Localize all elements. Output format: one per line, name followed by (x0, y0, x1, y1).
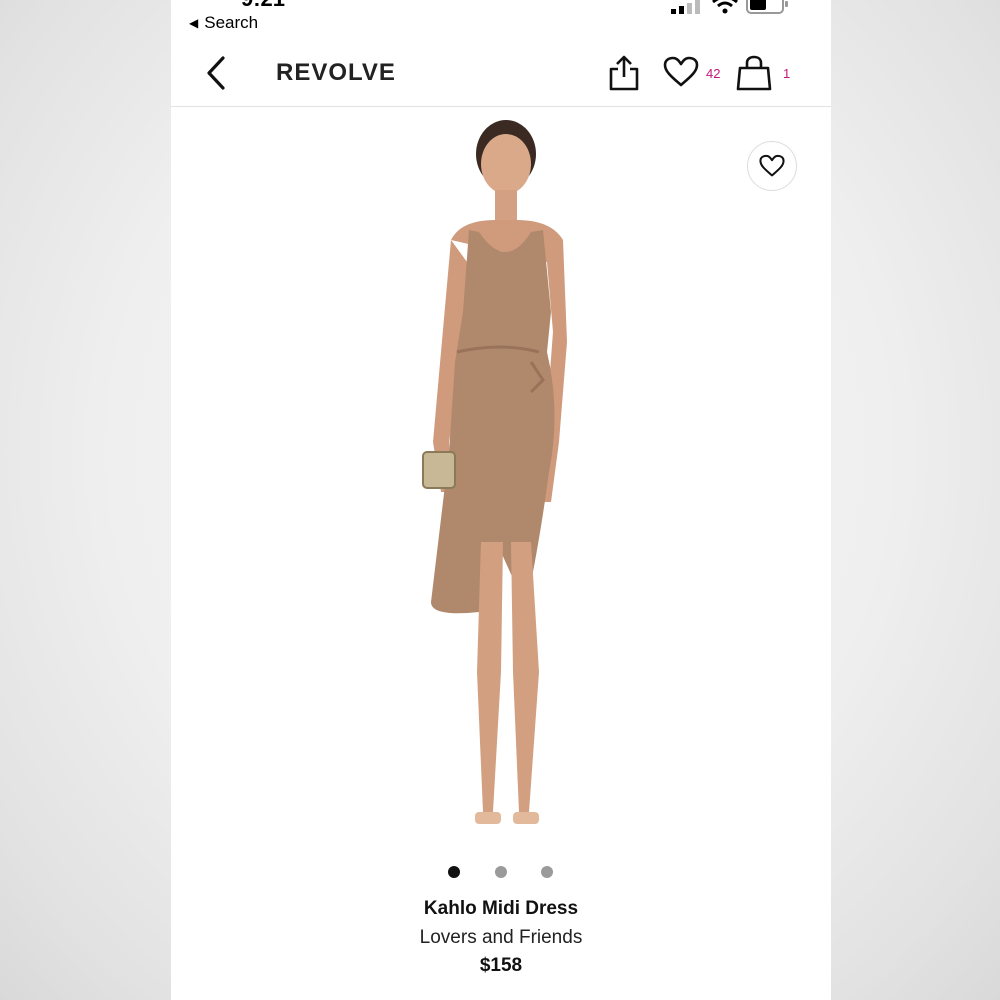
wishlist-count-badge: 42 (706, 66, 721, 81)
carousel-pagination (171, 866, 831, 880)
carousel-dot-2[interactable] (495, 866, 507, 878)
carousel-dot-1[interactable] (448, 866, 460, 878)
carousel-dot-3[interactable] (541, 866, 553, 878)
product-image[interactable] (171, 107, 831, 852)
heart-icon (759, 154, 785, 177)
favorite-button[interactable] (747, 141, 797, 191)
chevron-left-icon[interactable] (201, 54, 231, 92)
battery-icon (746, 0, 788, 14)
share-icon[interactable] (608, 54, 640, 92)
signal-icon (671, 0, 700, 14)
model-wearing-dress-image (422, 120, 567, 824)
wifi-icon (712, 0, 738, 14)
product-name: Kahlo Midi Dress (423, 898, 579, 919)
product-price: $158 (479, 955, 523, 976)
status-time: 9:21 (241, 0, 285, 12)
wishlist-heart-icon[interactable] (663, 56, 699, 88)
back-to-search-link[interactable]: ◀ Search (189, 13, 258, 33)
app-header: REVOLVE 42 1 (171, 40, 831, 107)
back-to-search-label: Search (204, 13, 259, 32)
product-brand[interactable]: Lovers and Friends (171, 927, 831, 949)
bag-count-badge: 1 (783, 66, 791, 81)
phone-screen: 9:21 ◀ Search REVOLVE 42 (171, 0, 831, 1000)
brand-logo[interactable]: REVOLVE (276, 59, 396, 87)
back-triangle-icon: ◀ (189, 16, 199, 30)
shopping-bag-icon[interactable] (736, 54, 772, 92)
